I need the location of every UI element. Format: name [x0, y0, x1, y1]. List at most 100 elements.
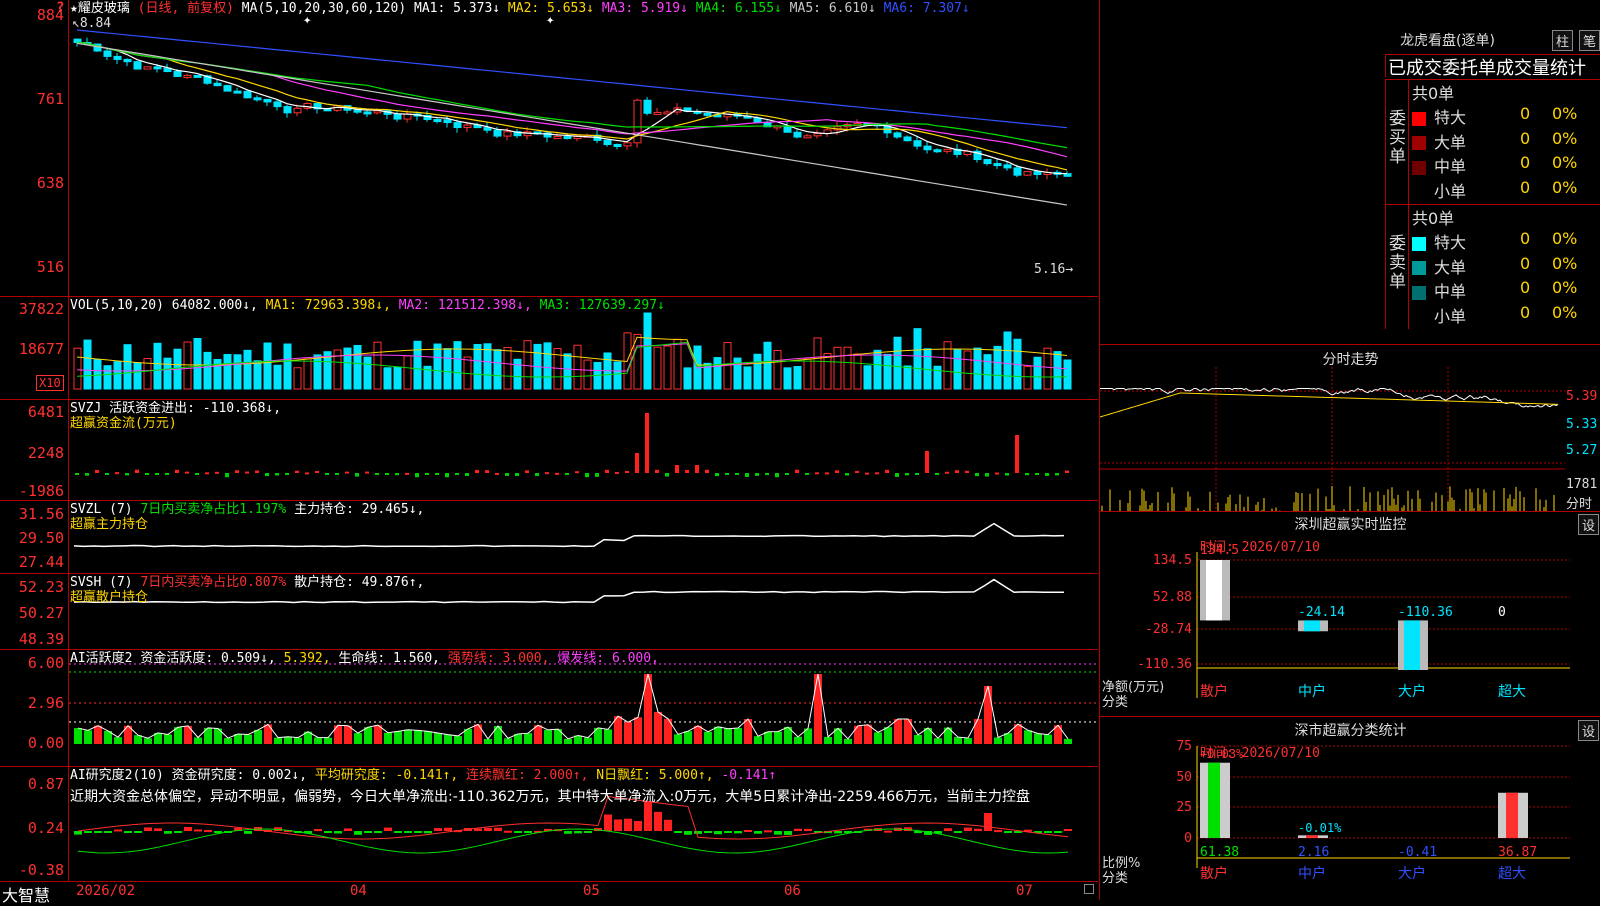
lock-icon[interactable]	[1084, 884, 1094, 894]
volume-bar	[103, 365, 112, 390]
ma-value-4: MA4: 6.155↓	[687, 1, 782, 16]
svzl-panel[interactable]: 31.56 29.50 27.44 SVZL (7) 7日内买卖净占比1.197…	[0, 501, 1098, 574]
analysis-comment: 近期大资金总体偏空，异动不明显，偏弱势，今日大单净流出:-110.362万元，其…	[70, 789, 1031, 805]
activity-bar	[444, 734, 452, 744]
activity-bar	[604, 729, 612, 744]
candle	[363, 111, 372, 115]
flow-bar	[105, 473, 109, 475]
candle	[983, 159, 992, 165]
research-bar	[1054, 831, 1062, 833]
svzj-panel[interactable]: 6481 2248 -1986 SVZJ 活跃资金进出: -110.368↓, …	[0, 400, 1098, 501]
monitor-bar-hl	[1206, 560, 1222, 621]
research-bar	[574, 831, 582, 834]
class-bar-hl	[1306, 835, 1318, 838]
candle	[793, 131, 802, 138]
research-bar	[764, 830, 772, 833]
activity-bar	[194, 737, 202, 744]
flow-bar	[85, 473, 89, 476]
candle	[393, 113, 402, 120]
activity-bar	[674, 734, 682, 744]
activity-bar	[1064, 738, 1072, 744]
research-bar	[494, 827, 502, 831]
candle	[433, 119, 442, 123]
intraday-panel[interactable]: 分时走势 5.39 5.33 5.27 1781 分时	[1100, 344, 1600, 512]
research-bar	[994, 830, 1002, 833]
candle	[903, 136, 912, 142]
svsh-panel[interactable]: 52.23 50.27 48.39 SVSH (7) 7日内买卖净占比0.807…	[0, 574, 1098, 650]
activity-bar	[354, 733, 362, 744]
ai-activity-panel[interactable]: 6.00 2.96 0.00 AI活跃度2 资金活跃度: 0.509↓, 5.3…	[0, 650, 1098, 767]
candlestick-chart[interactable]: ✦ ✦	[0, 0, 1098, 296]
research-bar	[974, 828, 982, 831]
research-bar	[374, 831, 382, 833]
volume-panel[interactable]: 37822 18677 X10 VOL(5,10,20) 64082.000↓,…	[0, 297, 1098, 400]
volume-bar	[783, 367, 792, 390]
bar-mode-button[interactable]: 柱	[1552, 30, 1574, 51]
flow-bar	[585, 473, 589, 478]
stock-name[interactable]: ★耀皮玻璃	[70, 1, 130, 16]
flow-bar	[775, 473, 779, 478]
activity-bar	[954, 737, 962, 744]
flow-bar	[475, 469, 479, 473]
flow-bar	[155, 473, 159, 475]
flow-bar	[615, 471, 619, 474]
flag-icon[interactable]: ?	[56, 0, 64, 16]
realtime-monitor-panel[interactable]: 深圳超赢实时监控 设 时间: 2026/07/10 134.5 52.88 -28.…	[1100, 512, 1600, 717]
flow-bar	[175, 469, 179, 473]
flow-bar	[465, 473, 469, 477]
class-bar-hl	[1506, 792, 1518, 838]
class-axis-label: 25	[1176, 800, 1192, 815]
ratio-chart[interactable]: 75 50 25 0 61.38 散户 2.16 中户 -0.41 大户 36.87 超大 +0.03%…	[1100, 718, 1600, 900]
net-amount-chart[interactable]: 134.5 52.88 -28.74 -110.36 134.5 散户 -24.14 中户 -1…	[1100, 512, 1600, 716]
tick-mode-button[interactable]: 笔	[1579, 30, 1600, 51]
research-bar	[664, 819, 672, 831]
research-chart[interactable]	[0, 767, 1098, 881]
avg-price-line	[1100, 392, 1559, 418]
candle	[113, 55, 122, 60]
ai-research-panel[interactable]: 0.87 0.24 -0.38 AI研究度2(10) 资金研究度: 0.002↓…	[0, 767, 1098, 882]
flow-bar	[895, 473, 899, 477]
volume-bar	[933, 365, 942, 390]
right-panel: 龙虎看盘(逐单) 柱 笔 已成交委托单成交量统计 委买单 共0单 特大 0 0% 大单…	[1099, 0, 1600, 900]
flow-bar	[395, 473, 399, 476]
flow-bar	[845, 473, 849, 476]
volume-bar	[133, 362, 142, 390]
volume-bar	[903, 365, 912, 390]
research-bar	[734, 831, 742, 834]
low-mark: 5.16→	[1034, 262, 1074, 277]
research-bar	[944, 828, 952, 831]
research-bar	[484, 827, 492, 831]
research-bar	[634, 820, 642, 831]
candle	[563, 136, 572, 140]
activity-chart[interactable]	[0, 650, 1098, 766]
flow-bar	[165, 473, 169, 475]
flow-bar	[925, 451, 929, 473]
research-bar	[674, 831, 682, 833]
flow-bar	[455, 473, 459, 475]
candle	[783, 125, 792, 133]
flow-bar	[485, 470, 489, 473]
flow-bar	[915, 473, 919, 475]
flow-bar	[1025, 473, 1029, 476]
flow-bar	[435, 473, 439, 475]
candle	[263, 98, 272, 103]
activity-line	[77, 673, 1069, 740]
volume-bar	[873, 349, 882, 390]
candle	[283, 106, 292, 114]
ma-header: MA(5,10,20,30,60,120)	[241, 1, 407, 16]
flow-bar	[515, 473, 519, 477]
activity-bar	[1024, 730, 1032, 744]
classification-panel[interactable]: 深市超赢分类统计 设 时间: 2026/07/10 75 50 25 0 61.38 散户…	[1100, 718, 1600, 900]
research-bar	[954, 831, 962, 833]
intraday-chart[interactable]	[1100, 345, 1600, 511]
activity-bar	[874, 732, 882, 744]
flow-bar	[755, 473, 759, 476]
flow-bar	[365, 471, 369, 474]
price-panel[interactable]: 884 761 638 516 ✦ ✦ ★耀皮玻璃 (日线, 前复权) MA(5,…	[0, 0, 1098, 297]
volume-bar	[913, 328, 922, 390]
candle	[193, 74, 202, 78]
research-bar	[114, 829, 122, 832]
candle	[103, 50, 112, 57]
activity-bar	[914, 734, 922, 744]
candle	[173, 71, 182, 77]
